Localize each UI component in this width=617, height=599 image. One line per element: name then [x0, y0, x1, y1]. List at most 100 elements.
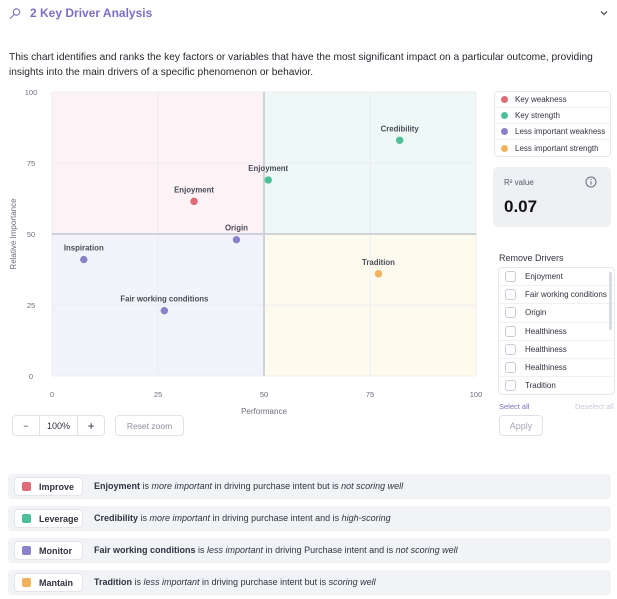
color-swatch-icon [22, 514, 31, 523]
pin-icon [9, 8, 21, 20]
legend-label: Less important weakness [515, 127, 606, 136]
summary-row: Leverage Credibility is more important in… [8, 506, 611, 531]
x-tick-label: 0 [50, 390, 54, 399]
zoom-level: 100% [38, 416, 79, 435]
driver-checkbox[interactable] [505, 289, 516, 301]
point-label: Tradition [362, 258, 395, 267]
info-icon[interactable] [585, 176, 597, 188]
deselect-all-link[interactable]: Deselect all [575, 402, 614, 411]
action-tag: Leverage [14, 509, 83, 528]
driver-option[interactable]: Origin [499, 304, 614, 323]
section-title: 2 Key Driver Analysis [30, 6, 153, 20]
y-tick-label: 50 [27, 230, 35, 239]
driver-option[interactable]: Healthiness [499, 359, 614, 378]
r2-card: R² value 0.07 [493, 167, 611, 227]
action-tag: Mantain [14, 573, 83, 592]
point-label: Credibility [381, 124, 420, 133]
summary-row: Improve Enjoyment is more important in dr… [8, 474, 611, 499]
color-swatch-icon [22, 482, 31, 491]
color-swatch-icon [22, 578, 31, 587]
legend-item[interactable]: Key strength [495, 108, 610, 124]
action-tag-label: Leverage [39, 513, 79, 524]
color-swatch-icon [22, 546, 31, 555]
legend-dot-icon [501, 96, 508, 103]
summary-row: Mantain Tradition is less important in dr… [8, 570, 611, 595]
x-axis-label: Performance [241, 407, 287, 416]
driver-checkbox[interactable] [505, 380, 516, 392]
zoom-out-button[interactable]: − [13, 416, 39, 435]
apply-button[interactable]: Apply [499, 415, 543, 436]
driver-checkbox[interactable] [505, 343, 516, 355]
section-header[interactable]: 2 Key Driver Analysis [0, 0, 617, 28]
point-marker [190, 197, 198, 206]
y-tick-label: 25 [27, 301, 35, 310]
driver-option[interactable]: Healthiness [499, 323, 614, 341]
y-tick-label: 75 [27, 159, 35, 168]
y-tick-label: 100 [25, 88, 38, 97]
point-label: Enjoyment [248, 164, 288, 173]
legend-label: Key weakness [515, 95, 567, 104]
action-tag: Improve [14, 477, 83, 496]
action-tag-label: Improve [39, 481, 75, 492]
driver-label: Tradition [525, 381, 556, 391]
legend-label: Less important strength [515, 143, 599, 153]
driver-checkbox[interactable] [505, 325, 516, 337]
select-all-link[interactable]: Select all [499, 402, 529, 411]
chart-legend: Key weakness Key strength Less important w… [494, 91, 611, 157]
reset-zoom-button[interactable]: Reset zoom [115, 415, 184, 436]
point-label: Fair working conditions [120, 295, 209, 304]
driver-option[interactable]: Enjoyment [499, 268, 614, 287]
zoom-in-button[interactable]: + [78, 416, 104, 435]
zoom-control: − 100% + [12, 415, 105, 436]
key-driver-scatter-chart[interactable]: 0 25 50 75 100 0 25 50 75 100 Performance Relative … [0, 80, 490, 420]
point-label: Inspiration [64, 244, 104, 253]
x-tick-label: 100 [470, 390, 483, 399]
scrollbar[interactable] [609, 272, 612, 330]
r2-value: 0.07 [504, 197, 538, 216]
remove-drivers-list[interactable]: Enjoyment Fair working conditions Origin He… [498, 267, 615, 395]
driver-option[interactable]: Fair working conditions [499, 286, 614, 305]
point-marker [80, 255, 88, 264]
legend-item[interactable]: Key weakness [495, 92, 610, 108]
point-marker [160, 306, 169, 315]
legend-dot-icon [501, 112, 508, 119]
point-marker [395, 136, 404, 144]
summary-text: Tradition is less important in driving p… [94, 577, 376, 587]
driver-checkbox[interactable] [505, 271, 516, 283]
legend-dot-icon [501, 144, 508, 152]
legend-label: Key strength [515, 111, 560, 120]
driver-option[interactable]: Tradition [499, 377, 614, 394]
legend-item[interactable]: Less important weakness [495, 124, 610, 140]
driver-label: Healthiness [525, 344, 567, 354]
legend-dot-icon [501, 128, 508, 135]
chevron-down-icon[interactable] [599, 8, 609, 18]
driver-checkbox[interactable] [505, 362, 516, 374]
y-axis-label: Relative Importance [9, 198, 18, 270]
legend-item[interactable]: Less important strength [495, 140, 610, 156]
driver-label: Origin [525, 308, 547, 318]
summary-row: Monitor Fair working conditions is less i… [8, 538, 611, 563]
x-tick-label: 50 [260, 390, 268, 399]
x-tick-label: 25 [154, 390, 162, 399]
driver-label: Healthiness [525, 326, 567, 336]
point-label: Enjoyment [174, 185, 214, 194]
driver-label: Enjoyment [525, 272, 563, 282]
point-marker [374, 270, 383, 278]
remove-drivers-title: Remove Drivers [499, 253, 564, 263]
chart-description: This chart identifies and ranks the key … [9, 52, 593, 78]
x-tick-label: 75 [366, 390, 374, 399]
point-label: Origin [225, 224, 248, 233]
driver-checkbox[interactable] [505, 307, 516, 319]
action-tag-label: Mantain [39, 577, 74, 588]
driver-option[interactable]: Healthiness [499, 341, 614, 359]
action-tag-label: Monitor [39, 545, 72, 556]
y-tick-label: 0 [29, 372, 33, 381]
summary-text: Enjoyment is more important in driving p… [94, 481, 404, 491]
r2-label: R² value [504, 178, 534, 187]
driver-label: Fair working conditions [525, 290, 607, 300]
point-marker [232, 235, 241, 244]
driver-label: Healthiness [525, 363, 567, 373]
action-tag: Monitor [14, 541, 83, 560]
summary-text: Fair working conditions is less importan… [94, 545, 458, 555]
point-marker [264, 176, 272, 184]
